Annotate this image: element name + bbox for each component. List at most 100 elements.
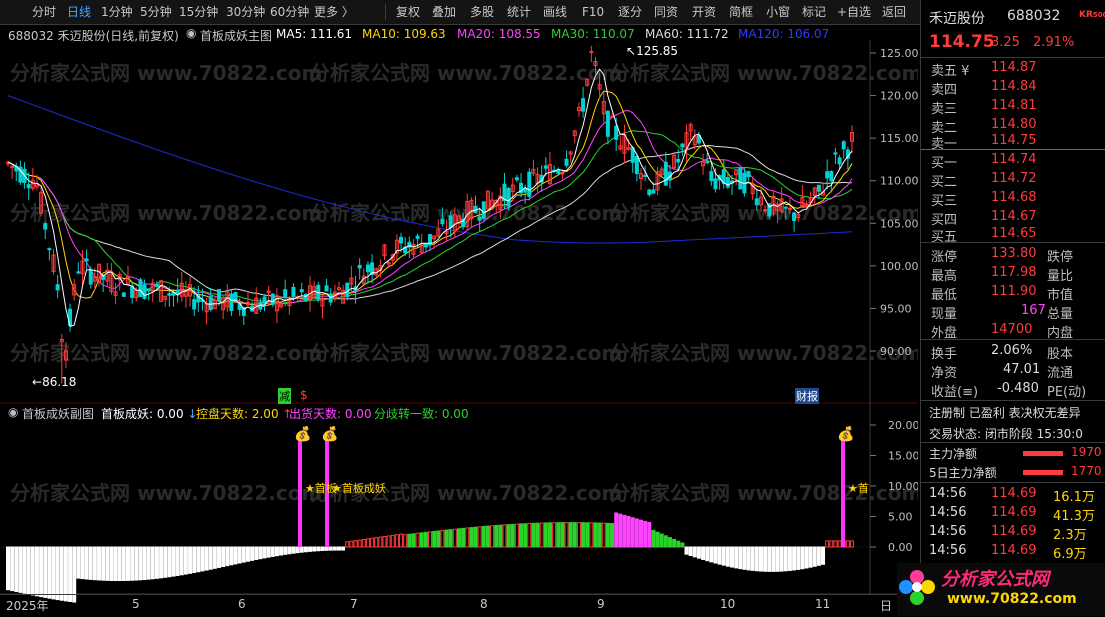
sub-bar [237, 546, 242, 564]
sub-bar [171, 546, 176, 577]
sub-dropdown-icon[interactable]: ◉ [8, 405, 18, 419]
stock-name: 禾迈股份 [929, 11, 985, 27]
sub-bar [241, 546, 246, 563]
stat-zt-value: 133.80 [991, 246, 1037, 261]
date-6: 6 [238, 597, 246, 611]
marker-jian[interactable]: 减 [278, 388, 291, 404]
date-7: 7 [350, 597, 358, 611]
candle-body [738, 168, 743, 190]
sub-bar [179, 546, 184, 576]
sub-bar [18, 546, 23, 593]
high-value: 125.85 [636, 44, 679, 58]
money-bag-icon: 💰 [321, 425, 338, 442]
sub-tick: 15.00 [888, 450, 918, 463]
candle-body [523, 188, 528, 193]
sub-bar [407, 533, 412, 548]
sub-bar [494, 524, 499, 548]
sub-bar [324, 546, 329, 551]
bid1-label: 买一 [931, 156, 958, 171]
ask5-text: 卖五 [931, 64, 958, 79]
price-tick: 125.00 [880, 47, 918, 60]
sub-bar [477, 526, 482, 548]
sub-bar [357, 539, 362, 548]
sub-bar [688, 546, 693, 557]
sub-bar [233, 546, 238, 565]
candle-body [725, 177, 730, 188]
candle-body [556, 170, 561, 174]
sub-bar [701, 546, 706, 560]
kline-chart[interactable]: 分析家公式网 www.70822.com分析家公式网 www.70822.com… [0, 0, 918, 616]
sub-bar [345, 541, 350, 548]
sub-bar [514, 523, 519, 548]
sub-bar [531, 522, 536, 548]
sub-bar [175, 546, 180, 576]
sub-bar [432, 530, 437, 548]
candle-body [527, 171, 532, 197]
stat-xl-value: 167 [1021, 303, 1046, 318]
candle-body [76, 271, 81, 274]
sub-histogram: 💰 💰 💰 [6, 425, 854, 603]
sub-bar [117, 546, 122, 582]
sub-bar [771, 546, 776, 572]
sub-bar [10, 546, 15, 592]
candle-body [477, 216, 482, 221]
sub-bar [229, 546, 234, 566]
candle-body [829, 170, 834, 182]
bid3-label: 买三 [931, 194, 958, 209]
flow2-value: 1770 [1071, 464, 1102, 478]
sub-bar [605, 522, 610, 548]
sub-bar [572, 522, 577, 548]
tick4-price: 114.69 [991, 543, 1037, 558]
stat-hs-label: 换手 [931, 347, 958, 362]
candle-body [816, 184, 821, 192]
sub-bar [647, 522, 652, 548]
sub-bar [217, 546, 221, 568]
sub-bar [506, 524, 511, 548]
tick1-vol: 16.1万 [1053, 490, 1095, 505]
sub-bar [403, 534, 408, 548]
sub-bar [92, 546, 97, 581]
signal-spike [841, 440, 845, 547]
flow1-value: 1970 [1071, 445, 1102, 459]
sub-bar [30, 546, 35, 596]
tick2-price: 114.69 [991, 505, 1037, 520]
sub-bar [208, 546, 213, 570]
sub-bar [663, 535, 668, 548]
sub-bar [134, 546, 139, 581]
sub-bar [130, 546, 135, 581]
marker-caibao[interactable]: 财​报 [795, 388, 819, 404]
sub-bar [634, 518, 639, 548]
flow1-bar [1023, 451, 1063, 456]
marker-dollar[interactable]: $ [300, 388, 308, 402]
candle-body [647, 189, 652, 195]
flower-logo-icon [899, 570, 935, 605]
period-day[interactable]: 日 [880, 597, 892, 614]
sub-bar [812, 546, 817, 567]
stat-zl-label: 总量 [1047, 307, 1074, 322]
sub-bar [502, 524, 507, 548]
annot-shouban-3: ★首 [848, 482, 869, 495]
sub-bar [349, 540, 354, 548]
sub-bar [593, 522, 598, 548]
sub-title[interactable]: 首板成妖副图 [22, 405, 94, 422]
stock-code: 688032 [1007, 8, 1061, 24]
sub-bar [105, 546, 110, 581]
sub-bar [585, 522, 590, 548]
sub-bar [850, 540, 854, 548]
candle-body [47, 248, 52, 251]
sub-bar [709, 546, 714, 563]
quote-panel: 禾迈股份 688032 KR500 114.75 3.25 2.91% 卖五 ¥… [897, 0, 1105, 616]
sub-bar [370, 537, 375, 548]
ask2-price: 114.80 [991, 117, 1037, 132]
candle-body [564, 158, 569, 166]
stat-high-value: 117.98 [991, 265, 1037, 280]
candle-body [291, 286, 296, 297]
sub-v4: 分歧转一致: 0.00 [374, 407, 469, 421]
sub-bar [469, 527, 474, 548]
sub-bar [204, 546, 209, 571]
candle-body [581, 98, 586, 112]
ask3-label: 卖三 [931, 102, 958, 117]
candle-body [415, 235, 420, 239]
sub-bar [154, 546, 159, 579]
sub-bar [212, 546, 217, 569]
